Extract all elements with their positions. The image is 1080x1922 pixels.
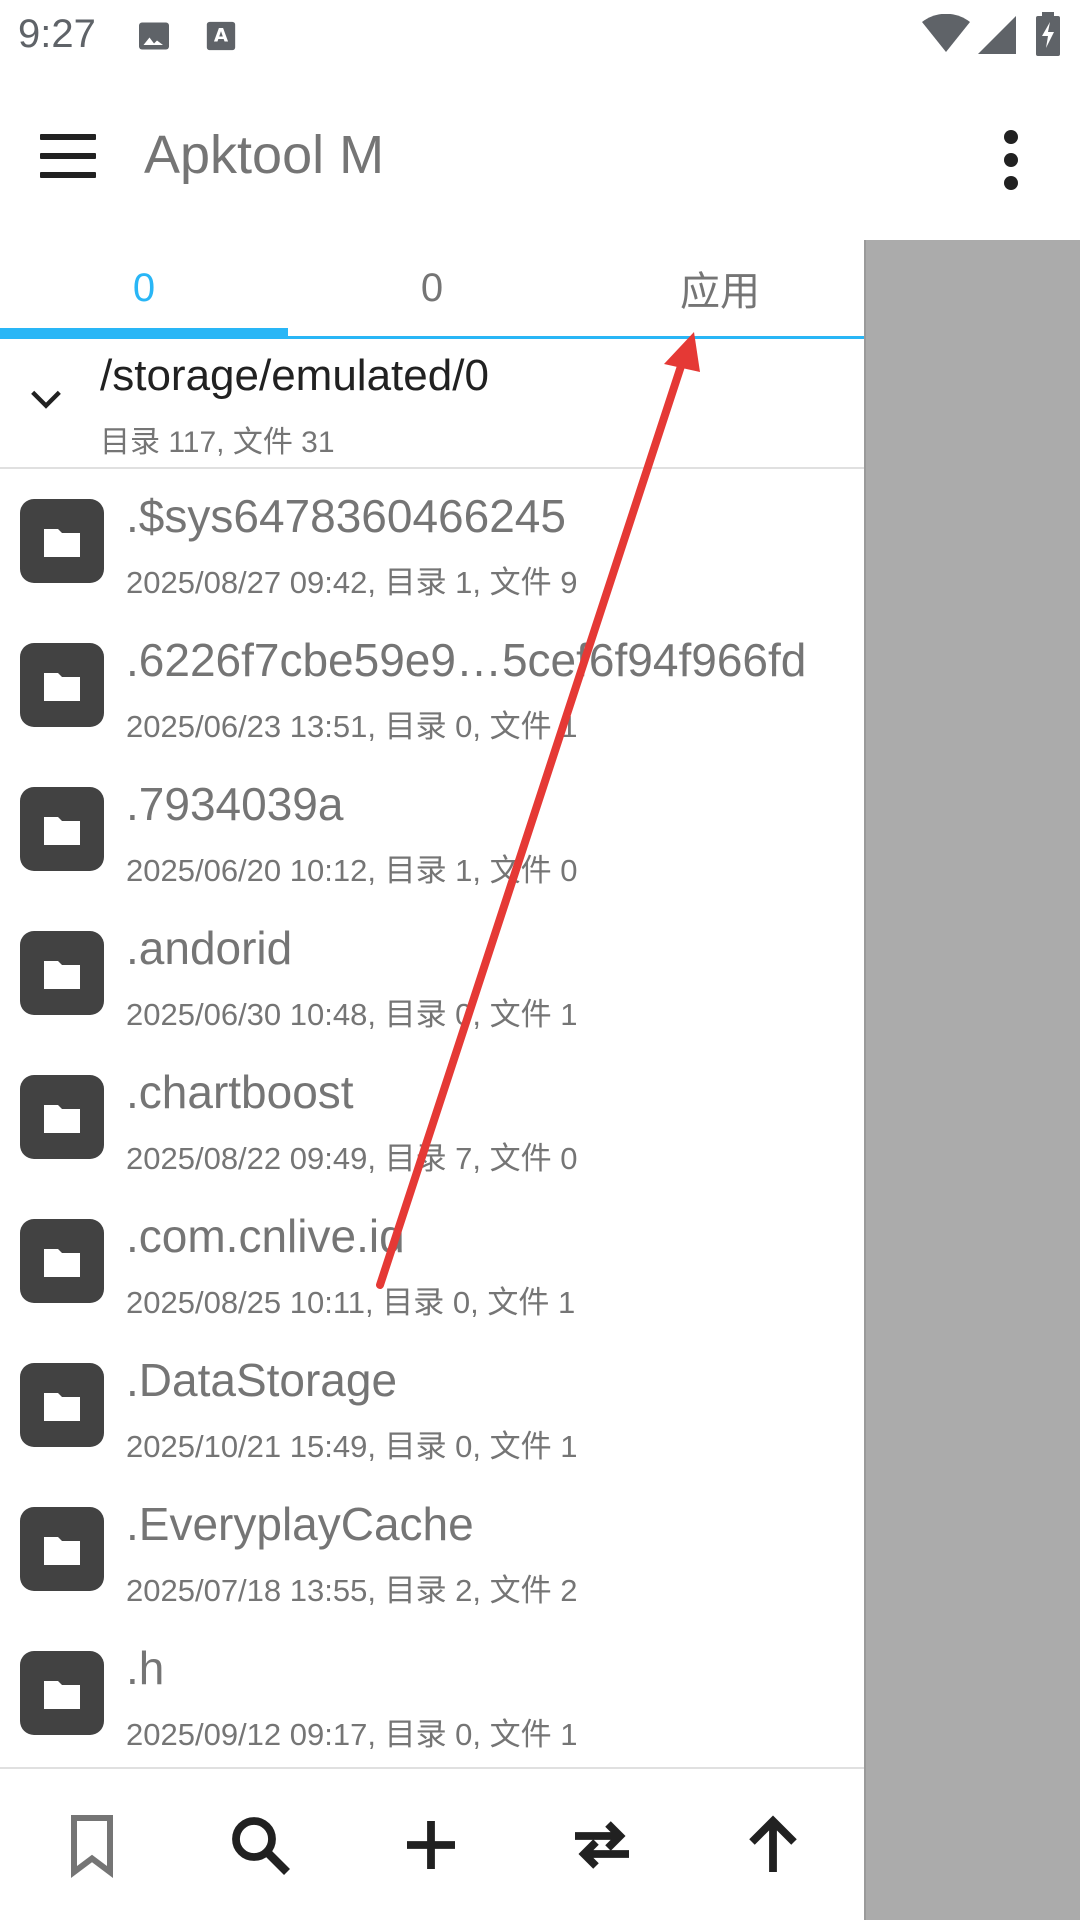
path-header[interactable]: /storage/emulated/0 目录 117, 文件 31 xyxy=(0,339,864,469)
tab-indicator xyxy=(0,328,288,336)
file-meta: 2025/09/12 09:17, 目录 0, 文件 1 xyxy=(126,1717,578,1752)
file-item[interactable]: .$sys6478360466245 2025/08/27 09:42, 目录 … xyxy=(0,469,864,613)
file-name: .com.cnlive.id xyxy=(126,1210,405,1262)
file-name: .andorid xyxy=(126,922,293,974)
font-icon: A xyxy=(206,21,236,51)
current-path: /storage/emulated/0 xyxy=(100,351,489,400)
chevron-down-icon[interactable] xyxy=(26,379,66,419)
folder-icon xyxy=(20,1507,104,1591)
file-meta: 2025/08/27 09:42, 目录 1, 文件 9 xyxy=(126,565,578,600)
file-item[interactable]: .chartboost 2025/08/22 09:49, 目录 7, 文件 0 xyxy=(0,1045,864,1189)
file-name: .h xyxy=(126,1642,165,1694)
svg-text:A: A xyxy=(214,26,229,47)
status-time: 9:27 xyxy=(18,12,96,56)
wifi-icon xyxy=(922,14,970,52)
hamburger-menu-icon[interactable] xyxy=(40,134,98,178)
path-summary: 目录 117, 文件 31 xyxy=(100,426,335,459)
file-meta: 2025/06/20 10:12, 目录 1, 文件 0 xyxy=(126,853,578,888)
status-bar: 9:27 A xyxy=(0,0,1080,72)
file-name: .chartboost xyxy=(126,1066,354,1118)
folder-icon xyxy=(20,1219,104,1303)
folder-icon xyxy=(20,787,104,871)
file-meta: 2025/07/18 13:55, 目录 2, 文件 2 xyxy=(126,1573,578,1608)
swap-icon[interactable] xyxy=(566,1809,638,1881)
file-meta: 2025/10/21 15:49, 目录 0, 文件 1 xyxy=(126,1429,578,1464)
folder-icon xyxy=(20,1651,104,1735)
file-name: .$sys6478360466245 xyxy=(126,490,566,542)
folder-icon xyxy=(20,499,104,583)
add-icon[interactable] xyxy=(395,1809,467,1881)
file-meta: 2025/06/30 10:48, 目录 0, 文件 1 xyxy=(126,997,578,1032)
tab-storage-2[interactable]: 0 xyxy=(288,240,576,336)
file-meta: 2025/08/25 10:11, 目录 0, 文件 1 xyxy=(126,1285,576,1320)
arrow-up-icon[interactable] xyxy=(737,1809,809,1881)
more-vert-icon[interactable] xyxy=(996,130,1032,190)
file-list: .$sys6478360466245 2025/08/27 09:42, 目录 … xyxy=(0,469,864,1765)
signal-icon xyxy=(978,16,1016,54)
file-name: .7934039a xyxy=(126,778,344,830)
app-bar: Apktool M xyxy=(0,72,1080,240)
file-item[interactable]: .EveryplayCache 2025/07/18 13:55, 目录 2, … xyxy=(0,1477,864,1621)
bottom-toolbar xyxy=(0,1767,864,1922)
tab-bar: 0 0 应用 xyxy=(0,240,864,339)
file-item[interactable]: .com.cnlive.id 2025/08/25 10:11, 目录 0, 文… xyxy=(0,1189,864,1333)
folder-icon xyxy=(20,1363,104,1447)
file-name: .6226f7cbe59e9…5cef6f94f966fd xyxy=(126,634,807,686)
bookmark-icon[interactable] xyxy=(56,1809,128,1881)
file-item[interactable]: .DataStorage 2025/10/21 15:49, 目录 0, 文件 … xyxy=(0,1333,864,1477)
file-meta: 2025/06/23 13:51, 目录 0, 文件 1 xyxy=(126,709,578,744)
file-item[interactable]: .6226f7cbe59e9…5cef6f94f966fd 2025/06/23… xyxy=(0,613,864,757)
image-icon xyxy=(139,22,169,50)
file-item[interactable]: .h 2025/09/12 09:17, 目录 0, 文件 1 xyxy=(0,1621,864,1765)
tab-storage-1[interactable]: 0 xyxy=(0,240,288,336)
file-name: .DataStorage xyxy=(126,1354,398,1406)
folder-icon xyxy=(20,643,104,727)
file-browser-panel: 0 0 应用 /storage/emulated/0 目录 117, 文件 31… xyxy=(0,240,864,1922)
file-item[interactable]: .andorid 2025/06/30 10:48, 目录 0, 文件 1 xyxy=(0,901,864,1045)
folder-icon xyxy=(20,1075,104,1159)
file-meta: 2025/08/22 09:49, 目录 7, 文件 0 xyxy=(126,1141,578,1176)
battery-charging-icon xyxy=(1036,12,1060,56)
app-title: Apktool M xyxy=(144,125,385,185)
folder-icon xyxy=(20,931,104,1015)
file-item[interactable]: .7934039a 2025/06/20 10:12, 目录 1, 文件 0 xyxy=(0,757,864,901)
search-icon[interactable] xyxy=(224,1809,296,1881)
tab-apps[interactable]: 应用 xyxy=(576,240,864,336)
side-panel xyxy=(864,240,1080,1920)
file-name: .EveryplayCache xyxy=(126,1498,474,1550)
